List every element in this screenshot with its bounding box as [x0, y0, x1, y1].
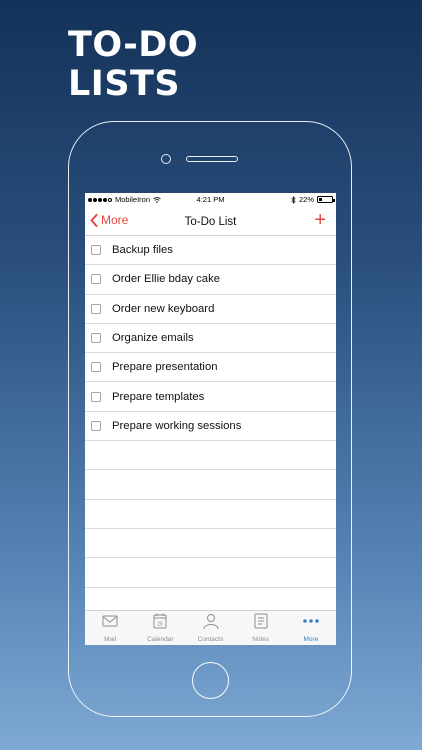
- mail-icon: [100, 612, 120, 635]
- battery-percent: 22%: [298, 195, 314, 204]
- task-checkbox[interactable]: [91, 303, 101, 314]
- task-checkbox[interactable]: [91, 362, 101, 373]
- nav-bar: More To-Do List +: [85, 206, 336, 236]
- tab-label: Notes: [252, 636, 270, 643]
- list-item[interactable]: Organize emails: [85, 324, 336, 354]
- task-label: Order new keyboard: [112, 302, 215, 315]
- svg-text:26: 26: [158, 622, 164, 628]
- empty-row: [85, 500, 336, 529]
- headline-line-1: TO-DO: [68, 25, 199, 65]
- task-label: Prepare presentation: [112, 361, 218, 374]
- empty-row: [85, 558, 336, 588]
- bluetooth-icon: [291, 195, 296, 204]
- tab-label: Calendar: [147, 636, 174, 643]
- tab-label: Mail: [104, 636, 117, 643]
- task-checkbox[interactable]: [91, 333, 101, 344]
- tab-bar: Mail 26 Calendar Contacts Notes More: [85, 610, 336, 645]
- todo-list: Backup files Order Ellie bday cake Order n…: [85, 236, 336, 617]
- task-label: Organize emails: [112, 332, 194, 345]
- battery-icon: [317, 196, 335, 203]
- task-checkbox[interactable]: [91, 420, 101, 431]
- task-checkbox[interactable]: [91, 391, 101, 402]
- tab-notes[interactable]: Notes: [236, 611, 286, 645]
- status-bar: MobileIron 4:21 PM 22%: [85, 193, 336, 206]
- add-button[interactable]: +: [314, 210, 326, 230]
- phone-screen: MobileIron 4:21 PM 22% More To-Do List +…: [85, 193, 336, 645]
- page-title: To-Do List: [184, 216, 237, 228]
- camera-icon: [161, 154, 171, 164]
- home-button[interactable]: [192, 662, 229, 699]
- headline-line-2: LISTS: [68, 64, 181, 104]
- speaker-icon: [186, 156, 238, 162]
- task-label: Backup files: [112, 244, 173, 257]
- task-label: Order Ellie bday cake: [112, 273, 220, 286]
- list-item[interactable]: Order new keyboard: [85, 295, 336, 324]
- list-item[interactable]: Prepare templates: [85, 382, 336, 412]
- more-icon: [301, 612, 321, 635]
- list-item[interactable]: Backup files: [85, 236, 336, 266]
- empty-row: [85, 441, 336, 471]
- headline: TO-DO LISTS: [68, 26, 198, 104]
- task-checkbox[interactable]: [91, 245, 101, 256]
- empty-row: [85, 529, 336, 559]
- tab-label: Contacts: [197, 636, 224, 643]
- calendar-icon: 26: [150, 612, 170, 635]
- tab-more[interactable]: More: [286, 611, 336, 645]
- tab-mail[interactable]: Mail: [85, 611, 135, 645]
- list-item[interactable]: Order Ellie bday cake: [85, 265, 336, 295]
- empty-row: [85, 470, 336, 500]
- task-checkbox[interactable]: [91, 274, 101, 285]
- task-label: Prepare templates: [112, 390, 205, 403]
- tab-calendar[interactable]: 26 Calendar: [135, 611, 185, 645]
- list-item[interactable]: Prepare presentation: [85, 353, 336, 383]
- tab-contacts[interactable]: Contacts: [185, 611, 235, 645]
- tab-label: More: [303, 636, 319, 643]
- notes-icon: [251, 612, 271, 635]
- task-label: Prepare working sessions: [112, 419, 242, 432]
- list-item[interactable]: Prepare working sessions: [85, 412, 336, 442]
- contacts-icon: [201, 612, 221, 635]
